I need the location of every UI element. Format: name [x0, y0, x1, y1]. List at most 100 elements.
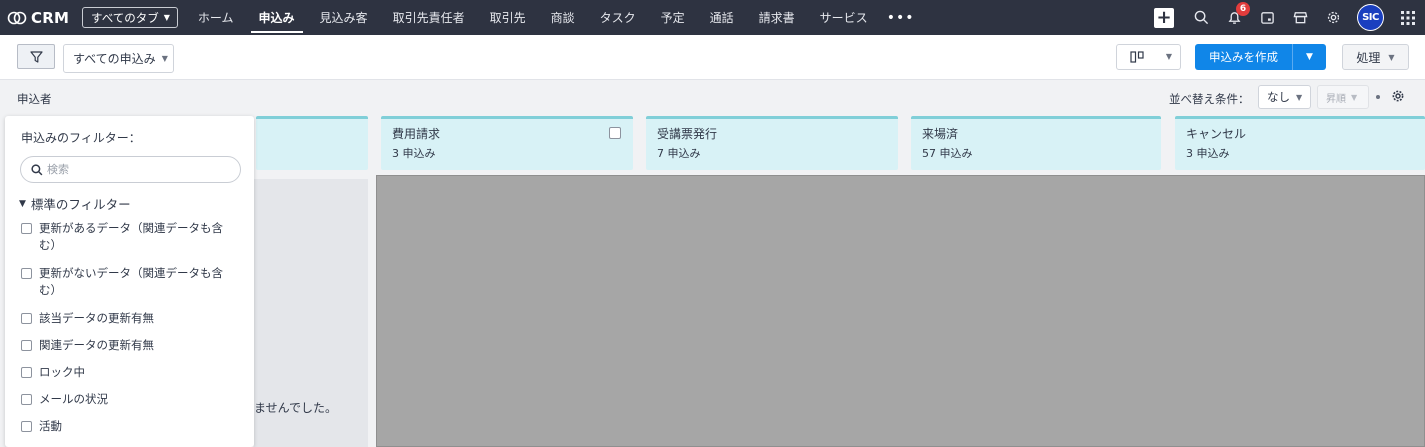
nav-tab-events[interactable]: 予定 [653, 0, 693, 35]
kanban-column-header: 受講票発行 7 申込み [646, 116, 898, 170]
avatar-initials: SIC [1358, 5, 1383, 30]
filter-checkbox[interactable] [21, 394, 32, 405]
filter-search-input[interactable] [47, 163, 227, 176]
sort-field-select[interactable]: なし ▼ [1258, 85, 1311, 109]
nav-tab-tasks[interactable]: タスク [592, 0, 644, 35]
section-label: 標準のフィルター [30, 197, 131, 212]
filter-checkbox[interactable] [21, 367, 32, 378]
kanban-view-icon [1130, 51, 1144, 63]
loading-overlay [376, 175, 1425, 447]
sort-field-value: なし [1267, 90, 1290, 104]
all-tabs-label: すべてのタブ [91, 10, 159, 25]
view-select-label: すべての申込み [73, 52, 156, 66]
filter-option-label: 更新がないデータ（関連データも含む） [39, 266, 223, 297]
kanban-settings-button[interactable] [1391, 89, 1405, 106]
filter-option-label: 関連データの更新有無 [39, 338, 154, 352]
group-by-label: 申込者 [17, 92, 52, 106]
more-tabs-button[interactable]: ••• [887, 10, 915, 26]
column-title: 費用請求 [392, 127, 441, 141]
actions-button[interactable]: 処理 ▼ [1342, 44, 1409, 70]
standard-filters-section[interactable]: ▼ 標準のフィルター [19, 194, 131, 213]
filter-toggle-button[interactable] [17, 44, 55, 69]
quick-create-button[interactable]: + [1154, 7, 1174, 28]
actions-label: 処理 [1356, 50, 1381, 65]
filter-search-field[interactable] [20, 156, 241, 183]
filter-option[interactable]: 更新がないデータ（関連データも含む） [21, 265, 229, 299]
filter-option[interactable]: ロック中 [21, 364, 229, 381]
sort-by-label: 並べ替え条件： [1169, 92, 1250, 106]
create-application-label[interactable]: 申込みを作成 [1195, 44, 1293, 70]
nav-tab-label: 通話 [709, 11, 734, 25]
filter-option[interactable]: 関連データの更新有無 [21, 337, 229, 354]
nav-tab-label: ホーム [197, 11, 234, 25]
settings-button[interactable] [1323, 8, 1343, 28]
sort-order-select: 昇順 ▼ [1317, 85, 1369, 109]
separator-dot [1376, 95, 1380, 99]
notification-badge: 6 [1236, 1, 1250, 16]
gear-icon [1327, 11, 1339, 24]
user-avatar[interactable]: SIC [1357, 4, 1384, 31]
search-button[interactable] [1191, 8, 1211, 28]
caret-down-icon: ▼ [19, 198, 26, 209]
create-application-button[interactable]: 申込みを作成 ▼ [1195, 44, 1326, 70]
kanban-column-header-partial [256, 116, 368, 170]
filter-checkbox[interactable] [21, 223, 32, 234]
sort-order-value: 昇順 [1326, 93, 1346, 105]
nav-tab-services[interactable]: サービス [812, 0, 876, 35]
search-icon [31, 163, 43, 175]
nav-tab-leads[interactable]: 見込み客 [312, 0, 376, 35]
filter-checkbox[interactable] [21, 421, 32, 432]
gear-icon [1392, 90, 1404, 102]
view-select[interactable]: すべての申込み ▼ [63, 44, 174, 73]
filter-checkbox[interactable] [21, 268, 32, 279]
calendar-icon [1260, 12, 1274, 24]
nav-tab-label: 商談 [550, 11, 575, 25]
empty-column-message: ませんでした。 [254, 401, 338, 415]
chevron-down-icon: ▼ [161, 54, 168, 63]
filter-option-label: メールの状況 [39, 392, 108, 406]
column-title: キャンセル [1186, 127, 1247, 141]
filter-option-label: 該当データの更新有無 [39, 311, 154, 325]
all-tabs-dropdown[interactable]: すべてのタブ ▼ [82, 7, 178, 28]
toolbar: すべての申込み ▼ ▼ 申込みを作成 ▼ 処理 ▼ [0, 35, 1425, 80]
filter-option[interactable]: 更新があるデータ（関連データも含む） [21, 220, 229, 254]
top-nav: CRM すべてのタブ ▼ ホーム 申込み 見込み客 取引先責任者 取引先 商談 … [0, 0, 1425, 35]
kanban-subbar: 申込者 並べ替え条件： なし ▼ 昇順 ▼ [0, 80, 1425, 116]
column-select-checkbox[interactable] [609, 127, 621, 139]
column-title: 受講票発行 [657, 127, 718, 141]
nav-tab-applications[interactable]: 申込み [250, 0, 303, 35]
filter-checkbox[interactable] [21, 313, 32, 324]
nav-tab-label: サービス [819, 11, 868, 25]
nav-tab-label: 取引先 [489, 11, 526, 25]
nav-tab-calls[interactable]: 通話 [702, 0, 742, 35]
marketplace-button[interactable] [1290, 8, 1310, 28]
chevron-down-icon: ▼ [1306, 52, 1313, 62]
nav-tab-accounts[interactable]: 取引先 [482, 0, 534, 35]
nav-tab-label: 見込み客 [319, 11, 368, 25]
layout-view-button[interactable]: ▼ [1116, 44, 1181, 70]
create-options-dropdown[interactable]: ▼ [1293, 44, 1326, 70]
crm-logo-text: CRM [31, 8, 70, 27]
filter-option[interactable]: メールの状況 [21, 391, 229, 408]
filter-option[interactable]: 該当データの更新有無 [21, 310, 229, 327]
store-icon [1293, 12, 1307, 24]
crm-logo[interactable]: CRM [0, 9, 76, 27]
filter-option[interactable]: 活動 [21, 418, 229, 435]
chevron-down-icon: ▼ [1388, 52, 1395, 62]
nav-tab-deals[interactable]: 商談 [543, 0, 583, 35]
nav-tab-home[interactable]: ホーム [190, 0, 242, 35]
column-count: 7 申込み [657, 147, 701, 160]
apps-grid-button[interactable] [1398, 8, 1418, 28]
notifications-button[interactable]: 6 [1224, 1, 1250, 28]
search-icon [1194, 10, 1208, 25]
nav-tab-label: 申込み [258, 11, 295, 25]
chevron-down-icon: ▼ [1296, 92, 1303, 102]
crm-logo-icon [7, 11, 27, 25]
apps-grid-icon [1401, 10, 1415, 25]
calendar-button[interactable] [1257, 8, 1277, 28]
filter-option-label: 更新があるデータ（関連データも含む） [39, 221, 223, 252]
nav-tab-label: 予定 [660, 11, 685, 25]
nav-tab-invoices[interactable]: 請求書 [751, 0, 803, 35]
filter-checkbox[interactable] [21, 340, 32, 351]
nav-tab-contacts[interactable]: 取引先責任者 [385, 0, 473, 35]
